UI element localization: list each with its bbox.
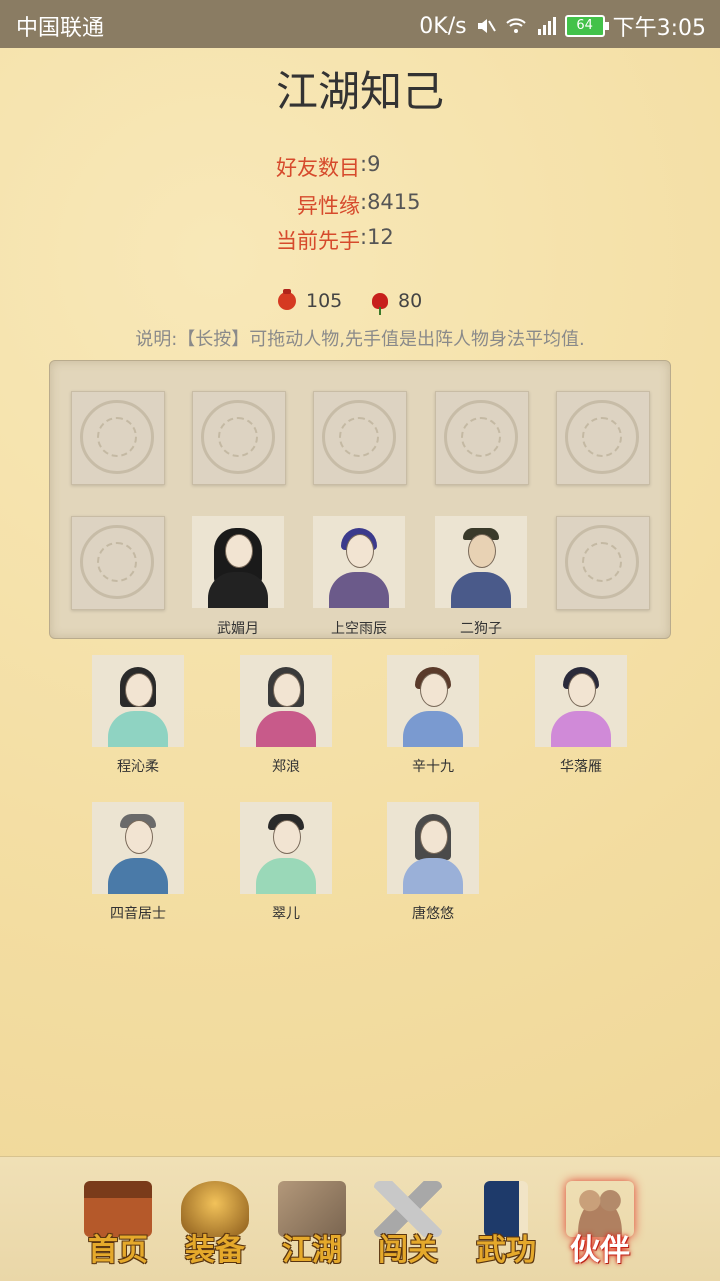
nav-equipment[interactable]: 装备 bbox=[171, 1175, 259, 1271]
companion-portrait[interactable] bbox=[92, 655, 184, 747]
formation-slot-empty[interactable] bbox=[71, 391, 165, 485]
friends-label: 好友数目 bbox=[276, 156, 360, 180]
formation-character-name: 上空雨辰 bbox=[331, 621, 387, 637]
companion-portrait[interactable] bbox=[535, 655, 627, 747]
nav-jianghu-label: 江湖 bbox=[282, 1233, 342, 1268]
formation-slot-empty[interactable] bbox=[313, 391, 407, 485]
formation-panel: 武媚月 上空雨辰 二狗子 bbox=[49, 360, 671, 639]
portrait-face bbox=[273, 820, 301, 854]
nav-trials[interactable]: 闯关 bbox=[364, 1175, 452, 1271]
companion-portrait[interactable] bbox=[240, 802, 332, 894]
empty-slot-emblem-icon bbox=[201, 400, 275, 474]
currency-bar: 105 80 bbox=[0, 289, 720, 318]
affinity-label: 异性缘 bbox=[297, 194, 360, 218]
formation-slot-empty[interactable] bbox=[556, 391, 650, 485]
red-pouch-icon bbox=[278, 289, 296, 310]
nav-home-label: 首页 bbox=[88, 1233, 148, 1268]
status-bar: 中国联通 0K/s 64 下午3:05 bbox=[0, 0, 720, 48]
empty-slot-emblem-icon bbox=[565, 400, 639, 474]
friends-value: :9 bbox=[360, 152, 381, 176]
companion-portrait[interactable] bbox=[240, 655, 332, 747]
initiative-value: :12 bbox=[360, 225, 394, 249]
companion-name: 华落雁 bbox=[560, 759, 602, 775]
companion-name: 程沁柔 bbox=[117, 759, 159, 775]
formation-slot-empty[interactable] bbox=[192, 391, 286, 485]
carrier-name: 中国联通 bbox=[16, 16, 105, 41]
network-speed: 0K/s bbox=[419, 13, 467, 39]
battery-icon: 64 bbox=[564, 15, 609, 37]
nav-martial-label: 武功 bbox=[476, 1233, 536, 1268]
companion-name: 郑浪 bbox=[272, 759, 300, 775]
formation-character-portrait[interactable] bbox=[435, 516, 527, 608]
companion-portrait[interactable] bbox=[92, 802, 184, 894]
portrait-robe bbox=[403, 711, 463, 747]
rose-value: 80 bbox=[398, 290, 423, 312]
portrait-fan bbox=[329, 572, 389, 608]
clock: 下午3:05 bbox=[612, 16, 706, 41]
portrait-face bbox=[225, 534, 253, 568]
status-right: 0K/s 64 下午3:05 bbox=[419, 10, 706, 42]
affinity-value: :8415 bbox=[360, 190, 421, 214]
portrait-face bbox=[346, 534, 374, 568]
signal-icon bbox=[535, 15, 557, 37]
empty-slot-emblem-icon bbox=[322, 400, 396, 474]
page-title: 江湖知己 bbox=[275, 67, 444, 116]
portrait-face bbox=[125, 673, 153, 707]
formation-character-portrait[interactable] bbox=[313, 516, 405, 608]
mute-icon bbox=[475, 15, 497, 37]
initiative-label: 当前先手 bbox=[276, 229, 360, 253]
empty-slot-emblem-icon bbox=[80, 525, 154, 599]
formation-character-name: 武媚月 bbox=[217, 621, 259, 637]
companion-portrait[interactable] bbox=[387, 802, 479, 894]
portrait-robe bbox=[403, 858, 463, 894]
companion-name: 四音居士 bbox=[110, 906, 166, 922]
nav-partners-label: 伙伴 bbox=[570, 1233, 630, 1268]
portrait-face bbox=[273, 673, 301, 707]
formation-character-portrait[interactable] bbox=[192, 516, 284, 608]
formation-slot-empty[interactable] bbox=[435, 391, 529, 485]
portrait-robe bbox=[551, 711, 611, 747]
formation-character-name: 二狗子 bbox=[460, 621, 502, 637]
bottom-nav: 首页 装备 江湖 闯关 武功 伙伴 bbox=[0, 1156, 720, 1281]
nav-martial[interactable]: 武功 bbox=[462, 1175, 550, 1271]
nav-trials-label: 闯关 bbox=[378, 1233, 438, 1268]
nav-equipment-label: 装备 bbox=[185, 1233, 245, 1268]
portrait-robe bbox=[256, 711, 316, 747]
nav-partners[interactable]: 伙伴 bbox=[556, 1175, 644, 1271]
portrait-face bbox=[468, 534, 496, 568]
portrait-face bbox=[420, 673, 448, 707]
companion-portrait[interactable] bbox=[387, 655, 479, 747]
instruction-note: 说明:【长按】可拖动人物,先手值是出阵人物身法平均值. bbox=[135, 329, 585, 350]
portrait-robe bbox=[208, 572, 268, 608]
nav-jianghu[interactable]: 江湖 bbox=[268, 1175, 356, 1271]
portrait-robe bbox=[256, 858, 316, 894]
rose-icon bbox=[372, 293, 388, 315]
empty-slot-emblem-icon bbox=[80, 400, 154, 474]
portrait-face bbox=[420, 820, 448, 854]
empty-slot-emblem-icon bbox=[444, 400, 518, 474]
companion-name: 翠儿 bbox=[272, 906, 300, 922]
nav-home[interactable]: 首页 bbox=[74, 1175, 162, 1271]
portrait-robe bbox=[451, 572, 511, 608]
rose-currency: 80 bbox=[372, 290, 423, 315]
portrait-robe bbox=[108, 858, 168, 894]
portrait-face bbox=[568, 673, 596, 707]
pouch-value: 105 bbox=[306, 290, 343, 312]
portrait-face bbox=[125, 820, 153, 854]
pouch-currency: 105 bbox=[278, 289, 343, 312]
empty-slot-emblem-icon bbox=[565, 525, 639, 599]
portrait-robe bbox=[108, 711, 168, 747]
wifi-icon bbox=[505, 15, 527, 37]
companion-name: 唐悠悠 bbox=[412, 906, 454, 922]
companion-name: 辛十九 bbox=[412, 759, 454, 775]
formation-slot-empty[interactable] bbox=[556, 516, 650, 610]
formation-slot-empty[interactable] bbox=[71, 516, 165, 610]
